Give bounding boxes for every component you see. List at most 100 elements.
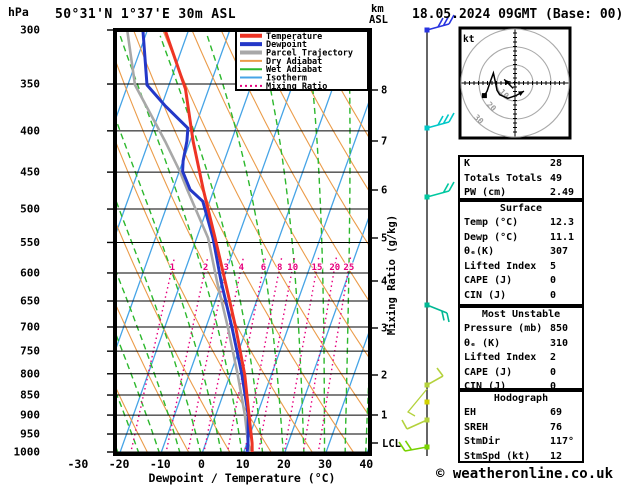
row-value: 850 xyxy=(550,323,569,334)
pressure-tick-label: 550 xyxy=(20,236,40,249)
km-tick-label: 2 xyxy=(381,370,387,382)
pressure-tick-label: 400 xyxy=(20,124,40,137)
wind-profile xyxy=(398,14,455,456)
km-tick-label: 6 xyxy=(381,185,387,197)
pressure-tick-label: 300 xyxy=(20,24,40,37)
pressure-tick-label: 900 xyxy=(20,409,40,422)
temp-tick-label: 20 xyxy=(277,457,291,471)
table-row: StmDir 117° xyxy=(460,435,582,450)
wind-barb xyxy=(407,367,444,417)
table-row: Totals Totals 49 xyxy=(460,172,582,187)
wind-barb xyxy=(401,417,430,430)
row-label: CAPE (J) xyxy=(464,275,513,287)
stats-panel-surface: Surface Temp (°C) 12.3 Dewp (°C) 11.1 θₑ(K) 30… xyxy=(458,200,584,306)
pressure-tick-label: 650 xyxy=(20,295,40,308)
table-row: CAPE (J) 0 xyxy=(460,274,582,289)
table-row: Pressure (mb) 850 xyxy=(460,322,582,337)
temperature-axis: -30 -20 -10 0 10 20 30 40 Dewpoint / Temperature… xyxy=(68,457,374,485)
row-label: PW (cm) xyxy=(464,187,507,199)
pressure-tick-label: 450 xyxy=(20,166,40,179)
row-value: 49 xyxy=(550,172,563,184)
table-row: θₑ (K) 310 xyxy=(460,337,582,352)
mixing-ratio-value: 8 xyxy=(277,263,282,273)
stats-panel-indices: K 28 Totals Totals 49 PW (cm) 2.49 xyxy=(458,155,584,200)
row-label: Lifted Index xyxy=(464,260,537,272)
pressure-axis: 300 350 400 450 500 550 600 650 700 750 800 850 900 9… xyxy=(14,24,113,459)
row-value: 0 xyxy=(550,275,557,287)
table-row: CAPE (J) 0 xyxy=(460,366,582,381)
mixing-ratio-value: 10 xyxy=(287,263,298,273)
mixing-ratio-value: 20 xyxy=(329,263,340,273)
pressure-tick-label: 950 xyxy=(20,428,40,441)
table-row: SREH 76 xyxy=(460,421,582,436)
pressure-unit-label: hPa xyxy=(8,5,29,19)
mixing-ratio-value: 4 xyxy=(239,263,245,273)
mixing-ratio-value: 2 xyxy=(203,263,208,273)
table-row: Temp (°C) 12.3 xyxy=(460,216,582,231)
row-value: 12.3 xyxy=(550,217,575,228)
table-row: Lifted Index 5 xyxy=(460,260,582,275)
stats-panel-hodograph: Hodograph EH 69 SREH 76 StmDir 117° StmSpd (kt)… xyxy=(458,390,584,463)
wind-barb xyxy=(424,302,450,323)
altitude-unit-asl: ASL xyxy=(369,14,388,26)
wind-barb xyxy=(424,112,455,131)
row-label: SREH xyxy=(464,421,489,433)
row-value: 12 xyxy=(550,450,563,462)
table-row: StmSpd (kt) 12 xyxy=(460,450,582,465)
altitude-axis: 12345678LCLMixing Ratio (g/kg) xyxy=(372,85,401,450)
row-value: 0 xyxy=(550,366,557,378)
panel-title: Most Unstable xyxy=(481,309,561,320)
temp-axis-title: Dewpoint / Temperature (°C) xyxy=(149,471,336,485)
table-row: Dewp (°C) 11.1 xyxy=(460,231,582,246)
row-value: 307 xyxy=(550,246,569,258)
row-value: 69 xyxy=(550,407,563,418)
temp-tick-label: 30 xyxy=(318,457,332,471)
temp-tick-label: -30 xyxy=(68,457,89,471)
table-row: Lifted Index 2 xyxy=(460,351,582,366)
row-label: θₑ (K) xyxy=(464,337,501,349)
station-title: 50°31'N 1°37'E 30m ASL xyxy=(55,7,236,22)
table-row: θₑ(K) 307 xyxy=(460,245,582,260)
row-value: 11.1 xyxy=(550,231,575,243)
row-label: StmDir xyxy=(464,436,501,448)
panel-title: Hodograph xyxy=(493,393,549,404)
pressure-tick-label: 850 xyxy=(20,389,40,402)
row-value: 76 xyxy=(550,421,563,433)
hodograph-unit-label: kt xyxy=(463,34,474,45)
row-label: Lifted Index xyxy=(464,352,537,364)
row-value: 310 xyxy=(550,337,569,349)
row-value: 117° xyxy=(550,436,575,448)
credit-text: © weatheronline.co.uk xyxy=(436,466,614,482)
row-label: Totals Totals xyxy=(464,172,543,184)
row-label: CAPE (J) xyxy=(464,366,513,378)
wind-barb xyxy=(424,399,430,405)
mixing-ratio-value: 15 xyxy=(312,263,323,273)
row-label: Pressure (mb) xyxy=(464,323,543,334)
row-label: CIN (J) xyxy=(464,289,507,301)
row-value: 2.49 xyxy=(550,187,575,199)
row-label: StmSpd (kt) xyxy=(464,450,531,462)
mixing-ratio-value: 25 xyxy=(343,263,354,273)
table-row: EH 69 xyxy=(460,406,582,421)
km-tick-label: 7 xyxy=(381,136,387,148)
pressure-tick-label: 500 xyxy=(20,203,40,216)
legend-label: Mixing Ratio xyxy=(266,81,327,92)
table-row: PW (cm) 2.49 xyxy=(460,186,582,201)
lcl-label: LCL xyxy=(382,438,401,450)
km-tick-label: 1 xyxy=(381,410,387,422)
pressure-tick-label: 1000 xyxy=(14,446,41,459)
temp-tick-label: -20 xyxy=(109,457,130,471)
mixing-ratio-axis-title: Mixing Ratio (g/kg) xyxy=(386,215,398,335)
mixing-ratio-value: 6 xyxy=(261,263,266,273)
hodograph: 102030kt xyxy=(458,26,572,140)
row-value: 28 xyxy=(550,158,563,169)
temp-tick-label: -10 xyxy=(150,457,171,471)
pressure-tick-label: 800 xyxy=(20,367,40,380)
pressure-tick-label: 350 xyxy=(20,78,40,91)
stats-panel-most-unstable: Most Unstable Pressure (mb) 850 θₑ (K) 310 Li… xyxy=(458,306,584,392)
km-tick-label: 8 xyxy=(381,85,387,97)
datetime-label: 18.05.2024 09GMT (Base: 00) xyxy=(412,7,624,22)
temp-tick-label: 10 xyxy=(236,457,250,471)
pressure-tick-label: 700 xyxy=(20,320,40,333)
wind-barb xyxy=(398,440,430,452)
